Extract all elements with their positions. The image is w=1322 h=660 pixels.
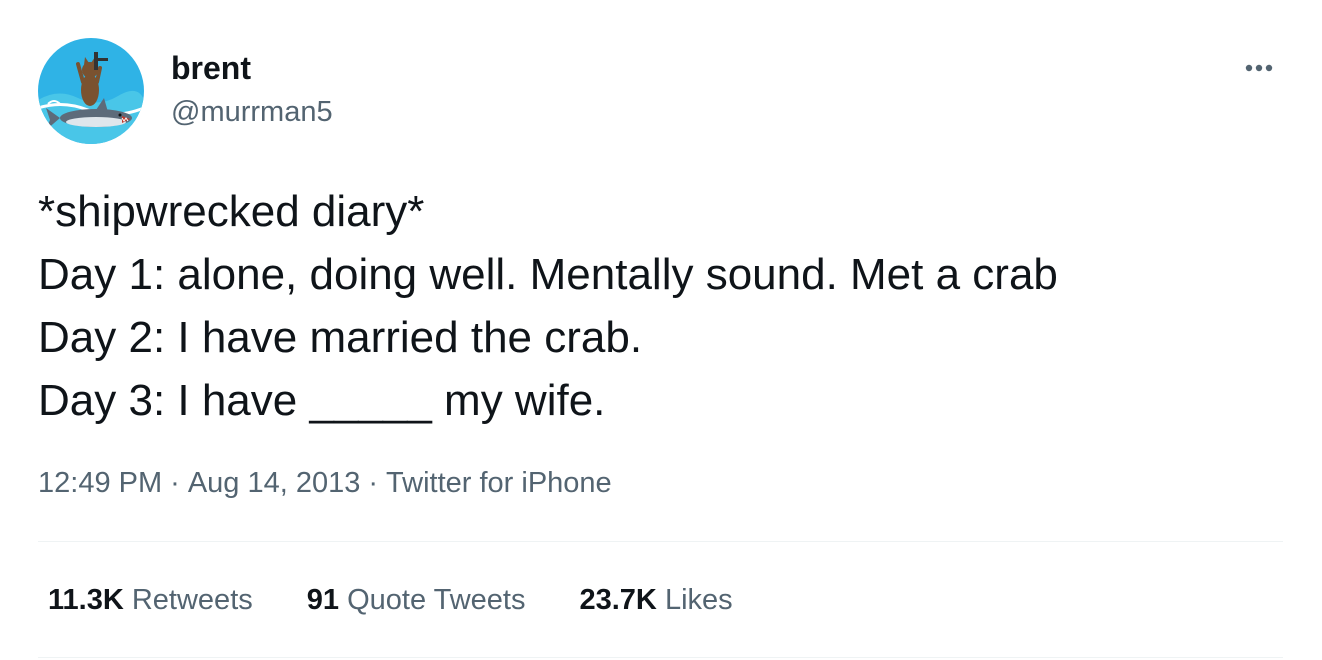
- tweet-line: Day 1: alone, doing well. Mentally sound…: [38, 250, 1058, 299]
- author-handle[interactable]: @murrman5: [171, 95, 333, 129]
- author-display-name[interactable]: brent: [171, 50, 251, 86]
- divider: [38, 541, 1283, 542]
- tweet-text: *shipwrecked diary* Day 1: alone, doing …: [38, 180, 1288, 432]
- meta-separator: ·: [368, 467, 379, 499]
- retweets-label: Retweets: [131, 584, 253, 616]
- tweet-line: Day 2: I have married the crab.: [38, 313, 643, 362]
- more-options-icon[interactable]: [1236, 50, 1282, 86]
- tweet-date-link[interactable]: Aug 14, 2013: [188, 467, 361, 499]
- tweet-source-link[interactable]: Twitter for iPhone: [386, 467, 612, 499]
- quote-tweets-count: 91: [306, 584, 340, 616]
- avatar-cat-on-shark-icon: [38, 38, 144, 144]
- tweet-line: *shipwrecked diary*: [38, 187, 425, 236]
- engagement-stats: 11.3K Retweets 91 Quote Tweets 23.7K Lik…: [38, 580, 733, 620]
- tweet-line: Day 3: I have _____ my wife.: [38, 376, 606, 425]
- meta-separator: ·: [170, 467, 180, 499]
- likes-count: 23.7K: [579, 584, 657, 616]
- tweet-metadata: 12:49 PM · Aug 14, 2013 · Twitter for iPhone: [38, 463, 612, 503]
- divider: [38, 657, 1283, 658]
- tweet-card: brent @murrman5 *shipwrecked diary* Day …: [0, 0, 1322, 660]
- retweets-count: 11.3K: [48, 584, 124, 616]
- quote-tweets-label: Quote Tweets: [347, 584, 526, 616]
- likes-stat-link[interactable]: 23.7K Likes: [569, 580, 732, 620]
- retweets-stat-link[interactable]: 11.3K Retweets: [38, 580, 253, 620]
- avatar[interactable]: [38, 38, 144, 144]
- likes-label: Likes: [664, 584, 733, 616]
- tweet-time-link[interactable]: 12:49 PM: [38, 467, 162, 499]
- quote-tweets-stat-link[interactable]: 91 Quote Tweets: [297, 580, 526, 620]
